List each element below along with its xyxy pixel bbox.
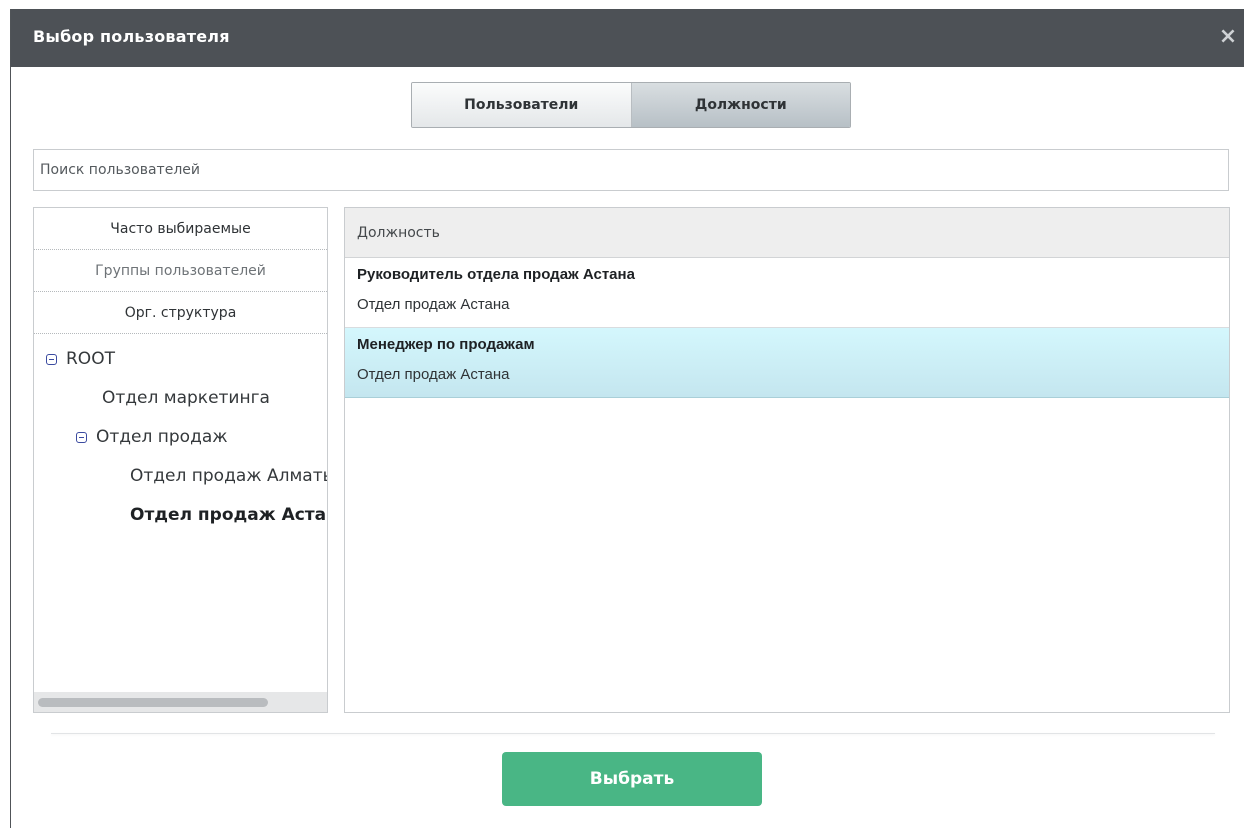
- table-row[interactable]: Руководитель отдела продаж Астана Отдел …: [345, 258, 1229, 328]
- left-tab-user-groups[interactable]: Группы пользователей: [34, 250, 327, 292]
- tree-node-label: Отдел продаж Астана: [130, 505, 328, 525]
- tree-node-sales[interactable]: Отдел продаж: [34, 418, 327, 457]
- left-navigation-panel: Часто выбираемые Группы пользователей Ор…: [33, 207, 328, 713]
- tab-positions[interactable]: Должности: [631, 83, 850, 127]
- grid-column-header: Должность: [345, 208, 1229, 258]
- minus-box-icon[interactable]: [76, 432, 87, 443]
- tab-users[interactable]: Пользователи: [412, 83, 632, 127]
- search-input[interactable]: [33, 149, 1229, 191]
- left-tab-frequent[interactable]: Часто выбираемые: [34, 208, 327, 250]
- position-title: Руководитель отдела продаж Астана: [357, 266, 635, 283]
- positions-grid: Должность Руководитель отдела продаж Аст…: [344, 207, 1230, 713]
- position-title: Менеджер по продажам: [357, 336, 535, 353]
- tree-node-label: Отдел продаж: [96, 427, 228, 447]
- tree-node-label: Отдел маркетинга: [102, 388, 270, 408]
- scrollbar-thumb[interactable]: [38, 698, 268, 707]
- user-select-dialog: Выбор пользователя × Пользователи Должно…: [10, 9, 1244, 828]
- position-department: Отдел продаж Астана: [357, 366, 510, 383]
- tree-node-marketing[interactable]: Отдел маркетинга: [34, 379, 327, 418]
- tree-node-sales-astana[interactable]: Отдел продаж Астана: [34, 496, 327, 535]
- page-background: [0, 0, 1244, 9]
- tree-node-label: ROOT: [66, 349, 115, 369]
- table-row-selected[interactable]: Менеджер по продажам Отдел продаж Астана: [345, 328, 1229, 398]
- tree-node-label: Отдел продаж Алматы: [130, 466, 328, 486]
- footer-divider: [51, 733, 1215, 734]
- mode-tabs: Пользователи Должности: [411, 82, 851, 128]
- dialog-title: Выбор пользователя: [33, 27, 230, 46]
- dialog-titlebar: Выбор пользователя ×: [11, 9, 1244, 67]
- close-icon[interactable]: ×: [1216, 23, 1240, 51]
- tree-node-root[interactable]: ROOT: [34, 340, 327, 379]
- tree-node-sales-almaty[interactable]: Отдел продаж Алматы: [34, 457, 327, 496]
- select-button[interactable]: Выбрать: [502, 752, 762, 806]
- position-department: Отдел продаж Астана: [357, 296, 510, 313]
- minus-box-icon[interactable]: [46, 354, 57, 365]
- org-tree: ROOT Отдел маркетинга Отдел продаж Отдел…: [34, 334, 327, 535]
- horizontal-scrollbar[interactable]: [34, 692, 327, 712]
- left-tab-org-structure[interactable]: Орг. структура: [34, 292, 327, 334]
